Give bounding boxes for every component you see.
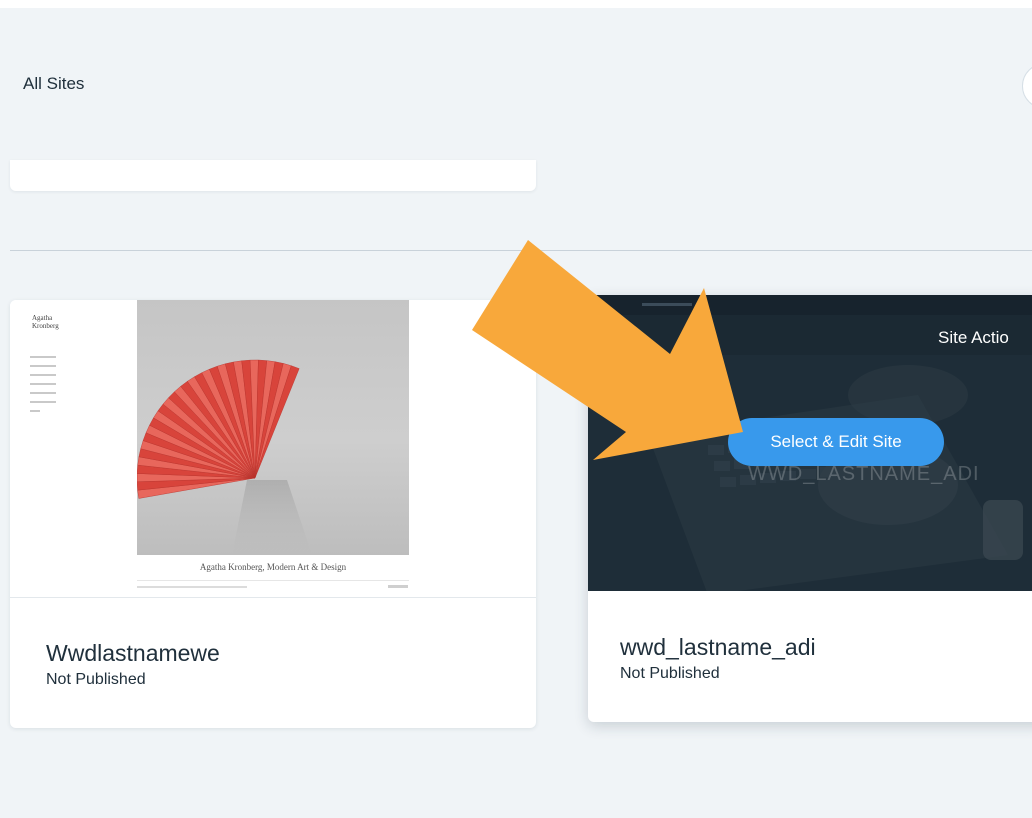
thumbnail-topbar <box>588 295 1032 315</box>
section-divider <box>10 250 1032 251</box>
site-status: Not Published <box>46 671 146 688</box>
site-name[interactable]: Wwdlastnamewe <box>46 640 220 667</box>
select-edit-site-button[interactable]: Select & Edit Site <box>728 418 944 466</box>
site-name[interactable]: wwd_lastname_adi <box>620 634 816 661</box>
thumbnail-nav <box>30 356 56 419</box>
thumbnail-hero-image <box>137 300 409 555</box>
site-thumbnail[interactable]: Agatha Kronberg Agatha Kronberg, Modern … <box>10 300 536 598</box>
thumbnail-caption: Agatha Kronberg, Modern Art & Design <box>199 562 347 572</box>
top-right-action-button[interactable] <box>1022 63 1032 109</box>
breadcrumb[interactable]: All Sites <box>23 74 84 94</box>
thumbnail-site-title: WWD_LASTNAME_ADI <box>748 463 980 485</box>
thumbnail-logo-line: Agatha <box>32 314 53 322</box>
site-card[interactable]: Agatha Kronberg Agatha Kronberg, Modern … <box>10 300 536 728</box>
site-card-hovered[interactable]: Site Actio WWD_LASTNAME_ADI Select & Edi… <box>588 295 1032 722</box>
thumbnail-logo: Agatha Kronberg <box>32 314 59 330</box>
site-thumbnail[interactable]: Site Actio WWD_LASTNAME_ADI Select & Edi… <box>588 295 1032 591</box>
site-actions-menu[interactable]: Site Actio <box>938 328 1009 348</box>
top-strip <box>0 0 1032 8</box>
site-card-previous[interactable] <box>10 160 536 191</box>
thumbnail-logo-line: Kronberg <box>32 322 59 330</box>
site-status: Not Published <box>620 665 720 682</box>
